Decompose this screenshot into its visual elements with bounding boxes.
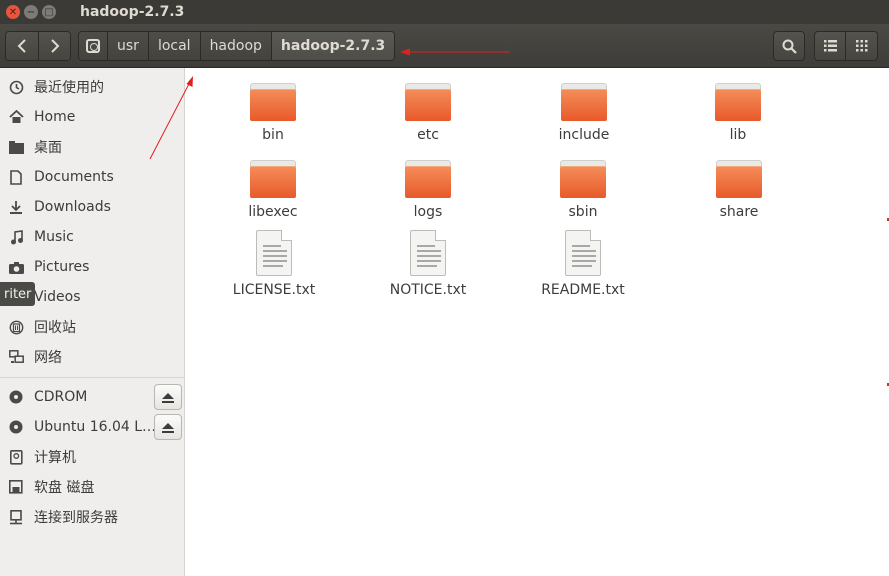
breadcrumb: usr local hadoop hadoop-2.7.3 bbox=[78, 31, 396, 61]
sidebar-item-desktop[interactable]: 桌面 bbox=[0, 133, 185, 161]
file-item-license[interactable]: LICENSE.txt bbox=[214, 230, 334, 298]
search-icon bbox=[782, 39, 797, 54]
sidebar-item-ubuntu-disc[interactable]: Ubuntu 16.04 L… bbox=[0, 413, 185, 441]
back-button[interactable] bbox=[6, 32, 38, 60]
text-file-icon bbox=[410, 230, 446, 276]
breadcrumb-hadoop-2-7-3[interactable]: hadoop-2.7.3 bbox=[270, 32, 395, 60]
eject-ubuntu-button[interactable] bbox=[154, 414, 182, 440]
home-icon bbox=[8, 109, 24, 125]
sidebar-item-cdrom[interactable]: CDROM bbox=[0, 383, 185, 411]
sidebar-item-pictures[interactable]: Pictures bbox=[0, 253, 185, 281]
folder-icon bbox=[405, 83, 451, 121]
folder-icon bbox=[561, 83, 607, 121]
eject-cdrom-button[interactable] bbox=[154, 384, 182, 410]
history-nav bbox=[5, 31, 71, 61]
grid-view-icon bbox=[855, 40, 867, 52]
file-item-readme[interactable]: README.txt bbox=[523, 230, 643, 298]
document-icon bbox=[8, 169, 24, 185]
folder-icon bbox=[715, 83, 761, 121]
folder-item-etc[interactable]: etc bbox=[368, 83, 488, 143]
breadcrumb-usr[interactable]: usr bbox=[107, 32, 148, 60]
network-icon bbox=[8, 349, 24, 365]
desktop-folder-icon bbox=[8, 139, 24, 155]
sidebar-item-recent[interactable]: 最近使用的 bbox=[0, 73, 185, 101]
sidebar-item-connect-server[interactable]: 连接到服务器 bbox=[0, 503, 185, 531]
folder-icon bbox=[716, 160, 762, 198]
title-bar: ✕ − □ hadoop-2.7.3 bbox=[0, 0, 889, 24]
music-icon bbox=[8, 229, 24, 245]
folder-item-sbin[interactable]: sbin bbox=[523, 160, 643, 220]
list-view-icon bbox=[823, 40, 837, 52]
folder-icon bbox=[560, 160, 606, 198]
drive-icon bbox=[86, 39, 100, 53]
chevron-right-icon bbox=[50, 39, 59, 53]
folder-item-lib[interactable]: lib bbox=[678, 83, 798, 143]
folder-icon bbox=[405, 160, 451, 198]
forward-button[interactable] bbox=[38, 32, 70, 60]
sidebar-item-home[interactable]: Home bbox=[0, 103, 185, 131]
sidebar-item-network[interactable]: 网络 bbox=[0, 343, 185, 371]
breadcrumb-hadoop[interactable]: hadoop bbox=[199, 32, 271, 60]
sidebar-item-music[interactable]: Music bbox=[0, 223, 185, 251]
text-file-icon bbox=[256, 230, 292, 276]
clock-icon bbox=[8, 79, 24, 95]
toolbar: usr local hadoop hadoop-2.7.3 bbox=[0, 24, 889, 68]
grid-view-button[interactable] bbox=[846, 31, 878, 61]
folder-item-include[interactable]: include bbox=[524, 83, 644, 143]
eject-icon bbox=[161, 421, 175, 433]
chevron-left-icon bbox=[17, 39, 26, 53]
folder-item-logs[interactable]: logs bbox=[368, 160, 488, 220]
eject-icon bbox=[161, 391, 175, 403]
folder-item-bin[interactable]: bin bbox=[213, 83, 333, 143]
sidebar: 最近使用的 Home 桌面 Documents Downloads Music … bbox=[0, 68, 185, 576]
minimize-window-button[interactable]: − bbox=[24, 5, 38, 19]
download-icon bbox=[8, 199, 24, 215]
folder-icon bbox=[250, 83, 296, 121]
folder-item-libexec[interactable]: libexec bbox=[213, 160, 333, 220]
sidebar-separator bbox=[0, 377, 185, 378]
floppy-icon bbox=[8, 479, 24, 495]
tooltip-overlay: riter bbox=[0, 282, 36, 306]
close-window-button[interactable]: ✕ bbox=[6, 5, 20, 19]
camera-icon bbox=[8, 259, 24, 275]
disc-icon bbox=[8, 389, 24, 405]
breadcrumb-local[interactable]: local bbox=[147, 32, 200, 60]
folder-item-share[interactable]: share bbox=[679, 160, 799, 220]
search-button[interactable] bbox=[773, 31, 805, 61]
breadcrumb-root[interactable] bbox=[79, 32, 107, 60]
sidebar-item-floppy[interactable]: 软盘 磁盘 bbox=[0, 473, 185, 501]
computer-icon bbox=[8, 449, 24, 465]
server-icon bbox=[8, 509, 24, 525]
text-file-icon bbox=[565, 230, 601, 276]
sidebar-item-trash[interactable]: 回收站 bbox=[0, 313, 185, 341]
sidebar-item-downloads[interactable]: Downloads bbox=[0, 193, 185, 221]
folder-icon bbox=[250, 160, 296, 198]
sidebar-item-computer[interactable]: 计算机 bbox=[0, 443, 185, 471]
list-view-button[interactable] bbox=[814, 31, 846, 61]
maximize-window-button[interactable]: □ bbox=[42, 5, 56, 19]
file-item-notice[interactable]: NOTICE.txt bbox=[368, 230, 488, 298]
file-view: bin etc include lib libexec logs sbin sh… bbox=[186, 68, 889, 576]
window-title: hadoop-2.7.3 bbox=[80, 4, 185, 20]
sidebar-item-documents[interactable]: Documents bbox=[0, 163, 185, 191]
trash-icon bbox=[8, 319, 24, 335]
disc-icon bbox=[8, 419, 24, 435]
